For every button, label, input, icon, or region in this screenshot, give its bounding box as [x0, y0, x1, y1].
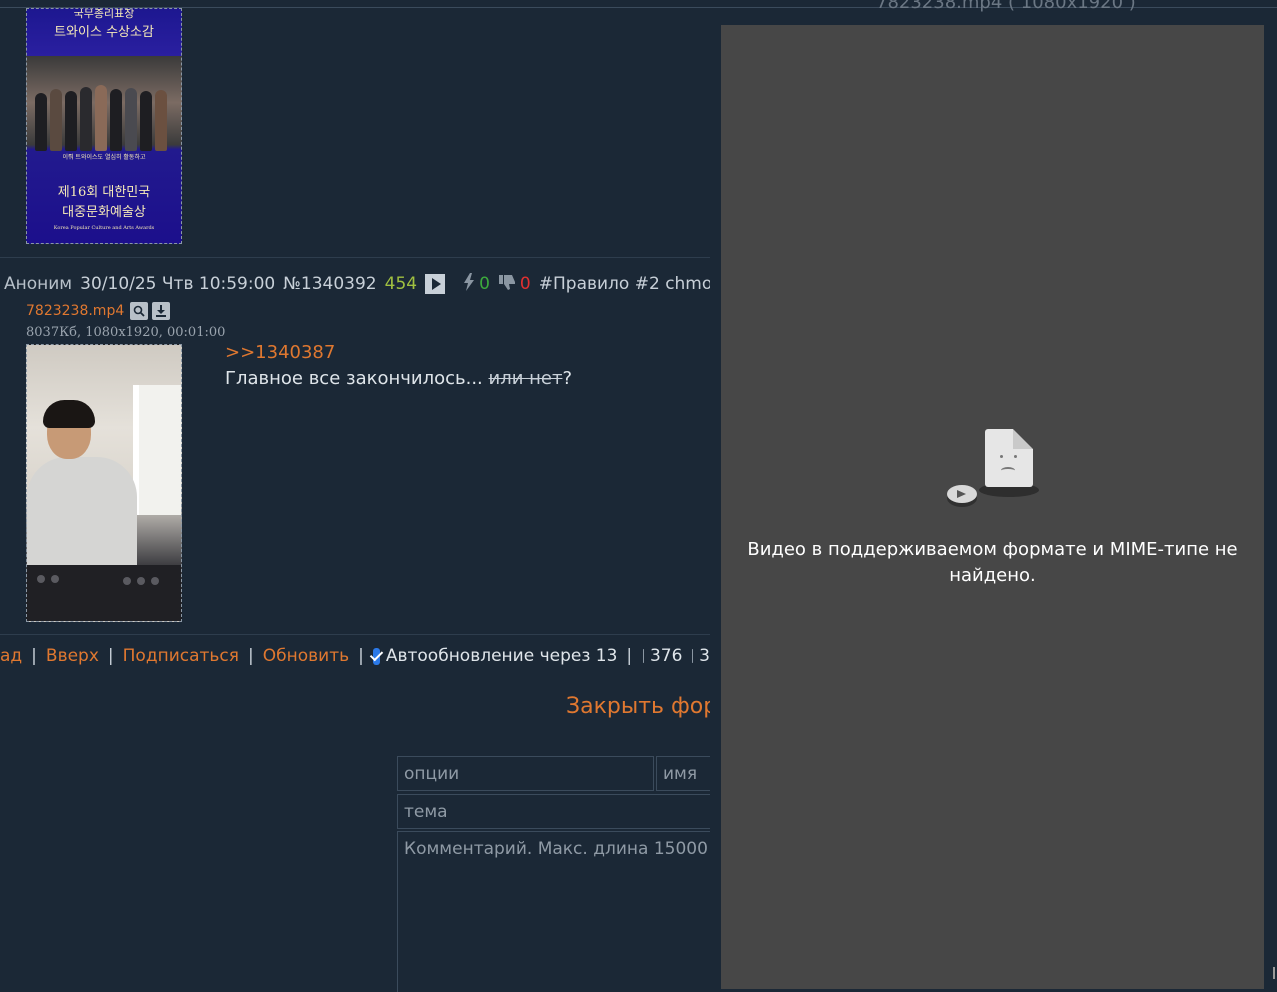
like-count[interactable]: 0 [479, 274, 490, 294]
search-icon[interactable] [130, 302, 149, 320]
post-views: 454 [384, 274, 418, 294]
autoupdate-label: Автообновление через 13 [385, 646, 618, 666]
post-message: Главное все закончилось... или нет? [225, 368, 573, 389]
up-link[interactable]: Вверх [46, 646, 99, 666]
thumb-text: 제16회 대한민국 [57, 185, 151, 200]
video-thumbnail-image[interactable] [26, 344, 182, 622]
lightning-icon[interactable] [463, 272, 475, 296]
thumb-text: 대중문화예술상 [62, 205, 146, 220]
reply-link[interactable]: >>1340387 [225, 342, 335, 363]
comment-textarea[interactable]: Комментарий. Макс. длина 15000 [397, 831, 710, 992]
video-error-message: Видео в поддерживаемом формате и MIME-ти… [747, 539, 1238, 586]
thread-divider [0, 634, 710, 635]
thumb-text: 이뤄 트와이스도 열심히 활동하고 [62, 154, 146, 161]
subject-input[interactable]: тема [397, 794, 710, 829]
posts-count: 376 [649, 646, 683, 666]
post-divider [0, 257, 710, 258]
autoupdate-checkbox[interactable] [372, 647, 380, 665]
video-player[interactable]: Видео в поддерживаемом формате и MIME-ти… [721, 25, 1264, 989]
post-tag: #Правило #2 chmo [538, 274, 713, 294]
strikethrough-text: или нет [488, 368, 563, 389]
file-name-link[interactable]: 7823238.mp4 [26, 303, 124, 319]
post-header: Аноним 30/10/25 Чтв 10:59:00 №1340392 45… [4, 272, 720, 296]
post-number[interactable]: №1340392 [283, 274, 376, 294]
download-icon[interactable] [152, 302, 171, 320]
thread-nav: ад | Вверх | Подписаться | Обновить | Ав… [0, 646, 710, 666]
images-count: 3 [699, 646, 710, 666]
video-disc-icon [947, 485, 977, 503]
name-input[interactable]: имя [656, 756, 710, 791]
dislike-icon[interactable] [498, 273, 516, 296]
thumb-text: 트와이스 수상소감 [54, 25, 154, 40]
post-datetime: 30/10/25 Чтв 10:59:00 [80, 274, 276, 294]
options-input[interactable]: опции [397, 756, 654, 791]
post-author: Аноним [4, 274, 73, 294]
thumb-text: 국무총리표창 [73, 8, 135, 20]
comments-icon [643, 649, 644, 663]
thumb-group-photo [33, 81, 175, 151]
post-thumbnail-image[interactable]: 국무총리표창 트와이스 수상소감 이뤄 트와이스도 열심히 활동하고 제16회 … [26, 8, 182, 244]
refresh-link[interactable]: Обновить [263, 646, 349, 666]
close-form-link[interactable]: Закрыть фор [566, 694, 710, 719]
scrollbar-marker[interactable] [1273, 967, 1275, 979]
file-info: 7823238.mp4 [26, 302, 174, 320]
dislike-count[interactable]: 0 [520, 274, 531, 294]
play-icon[interactable] [425, 274, 446, 294]
file-meta: 8037Кб, 1080x1920, 00:01:00 [26, 325, 226, 340]
broken-file-icon [985, 429, 1033, 487]
viewer-caption: 7823238.mp4 ( 1080x1920 ) [876, 0, 1136, 13]
thumb-text: Korea Popular Culture and Arts Awards [53, 225, 155, 231]
subscribe-link[interactable]: Подписаться [123, 646, 239, 666]
back-link[interactable]: ад [0, 646, 22, 666]
images-icon [692, 649, 694, 663]
